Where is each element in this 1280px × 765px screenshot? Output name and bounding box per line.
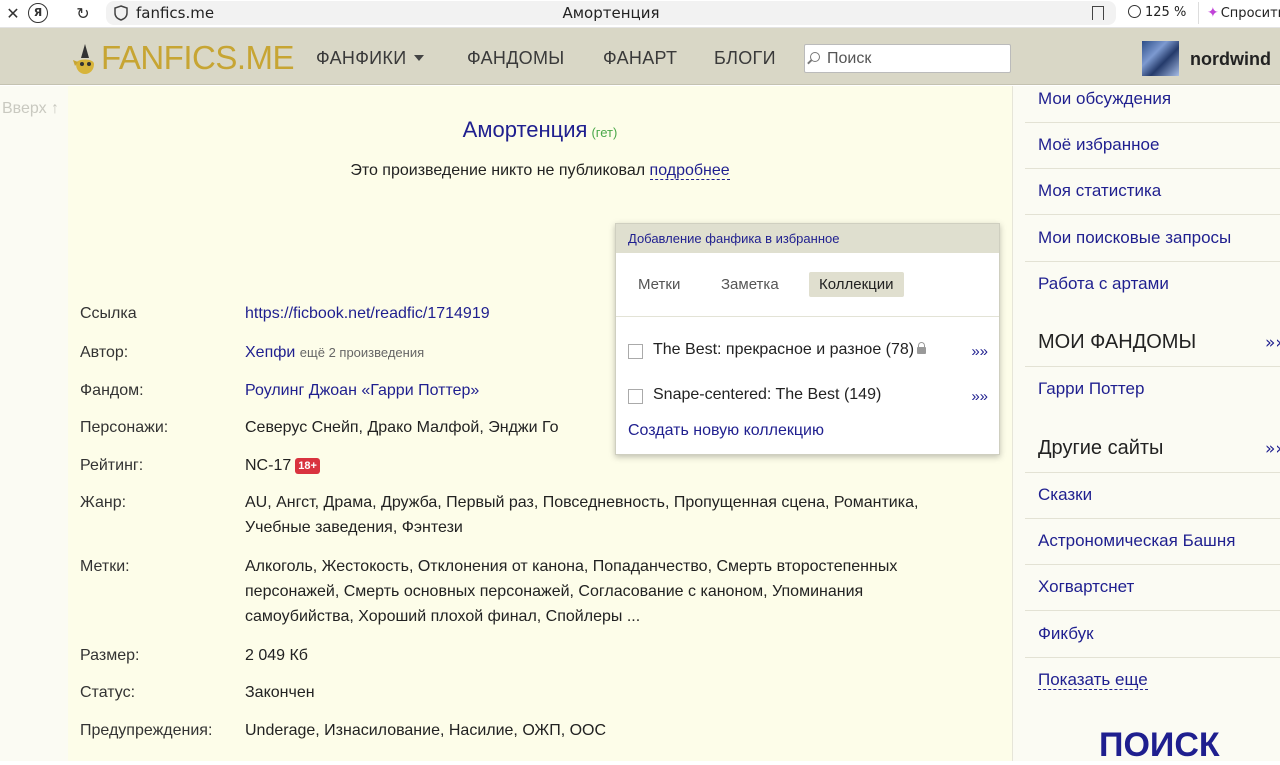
work-title-text: Амортенция <box>462 117 588 142</box>
divider <box>1025 657 1280 658</box>
create-collection-link[interactable]: Создать новую коллекцию <box>628 422 824 440</box>
orientation-badge: (гет) <box>591 125 618 140</box>
nav-fandoms[interactable]: ФАНДОМЫ <box>467 48 565 69</box>
collection-open-link[interactable]: »» <box>971 343 988 361</box>
site-logo[interactable]: FANFICS.ME <box>101 39 295 77</box>
tab-tags[interactable]: Метки <box>628 272 690 297</box>
ask-icon: ✦ <box>1207 5 1219 21</box>
tab-collections[interactable]: Коллекции <box>809 272 904 297</box>
tags-value: Алкоголь, Жестокость, Отклонения от кано… <box>245 558 898 625</box>
collection-name: Snape-centered: The Best (149) <box>653 386 882 403</box>
my-stats-link[interactable]: Моя статистика <box>1038 181 1161 201</box>
site-hogwartsnet-link[interactable]: Хогвартснет <box>1038 577 1134 597</box>
my-favorites-link[interactable]: Моё избранное <box>1038 135 1159 155</box>
author-link[interactable]: Хепфи <box>245 344 295 361</box>
rating-value: NC-17 <box>245 457 292 474</box>
tab-title: Амортенция <box>562 4 660 22</box>
favorites-popup: Добавление фанфика в избранное Метки Зам… <box>615 223 1000 455</box>
age-badge: 18+ <box>295 458 320 474</box>
search-heading: ПОИСК <box>1099 726 1220 764</box>
popup-header: Добавление фанфика в избранное <box>616 224 999 253</box>
divider <box>1025 472 1280 473</box>
my-search-queries-link[interactable]: Мои поисковые запросы <box>1038 228 1231 248</box>
lock-icon <box>917 342 927 354</box>
ask-button[interactable]: ✦ Спросить <box>1198 2 1280 24</box>
more-details-link[interactable]: подробнее <box>649 162 730 180</box>
divider <box>1025 214 1280 215</box>
tab-note[interactable]: Заметка <box>711 272 789 297</box>
search-icon <box>810 52 820 62</box>
my-fandoms-heading: МОИ ФАНДОМЫ <box>1038 331 1197 353</box>
right-sidebar: Мои обсуждения Моё избранное Моя статист… <box>1012 86 1280 764</box>
collection-checkbox[interactable] <box>628 389 643 404</box>
divider <box>1025 564 1280 565</box>
size-value: 2 049 Кб <box>245 647 308 664</box>
collection-name: The Best: прекрасное и разное (78) <box>653 341 915 358</box>
site-header: FANFICS.ME ФАНФИКИ ФАНДОМЫ ФАНАРТ БЛОГИ … <box>0 28 1280 85</box>
bookmark-icon[interactable] <box>1092 6 1104 20</box>
nav-fanfics[interactable]: ФАНФИКИ <box>316 48 425 69</box>
divider <box>1025 366 1280 367</box>
nav-blogs[interactable]: БЛОГИ <box>714 48 776 69</box>
reload-icon[interactable]: ↻ <box>72 3 94 25</box>
divider <box>1025 122 1280 123</box>
show-more-link[interactable]: Показать еще <box>1038 670 1148 690</box>
zoom-icon <box>1128 5 1141 18</box>
status-value: Закончен <box>245 684 315 701</box>
my-discussions-link[interactable]: Мои обсуждения <box>1038 89 1171 109</box>
zoom-indicator[interactable]: 125 % <box>1128 2 1186 24</box>
site-astronomy-tower-link[interactable]: Астрономическая Башня <box>1038 531 1235 551</box>
other-sites-more[interactable]: »» <box>1265 439 1280 459</box>
avatar[interactable] <box>1142 41 1179 76</box>
site-ficbook-link[interactable]: Фикбук <box>1038 624 1094 644</box>
warnings-value: Underage, Изнасилование, Насилие, ОЖП, О… <box>245 722 607 739</box>
site-skazki-link[interactable]: Сказки <box>1038 485 1092 505</box>
collection-open-link[interactable]: »» <box>971 388 988 406</box>
search-input[interactable] <box>827 49 1007 69</box>
other-sites-heading: Другие сайты <box>1038 437 1164 459</box>
divider <box>1025 261 1280 262</box>
browser-toolbar: ✕ Я ↻ fanfics.me Амортенция 125 % ✦ Спрос… <box>0 0 1280 28</box>
popup-tabs: Метки Заметка Коллекции <box>616 253 999 317</box>
collection-checkbox[interactable] <box>628 344 643 359</box>
art-work-link[interactable]: Работа с артами <box>1038 274 1169 294</box>
yandex-icon[interactable]: Я <box>28 3 48 23</box>
divider <box>1025 610 1280 611</box>
nav-fanart[interactable]: ФАНАРТ <box>603 48 677 69</box>
publication-note: Это произведение никто не публиковал под… <box>350 162 730 180</box>
genre-value: AU, Ангст, Драма, Дружба, Первый раз, По… <box>245 494 919 536</box>
divider <box>1025 518 1280 519</box>
close-icon[interactable]: ✕ <box>2 3 24 25</box>
scroll-up-link[interactable]: Вверх ↑ <box>2 100 59 118</box>
address-bar[interactable]: fanfics.me Амортенция <box>106 1 1116 25</box>
left-gutter: Вверх ↑ <box>0 86 68 761</box>
username[interactable]: nordwind <box>1190 49 1271 70</box>
more-works-link[interactable]: ещё 2 произведения <box>300 345 424 360</box>
divider <box>1025 168 1280 169</box>
work-title: Амортенция (гет) <box>68 117 1012 143</box>
chevron-down-icon <box>414 55 425 61</box>
my-fandoms-more[interactable]: »» <box>1265 333 1280 353</box>
logo-icon[interactable] <box>72 42 98 78</box>
search-box[interactable] <box>804 44 1011 73</box>
fandom-harry-potter-link[interactable]: Гарри Поттер <box>1038 379 1144 399</box>
